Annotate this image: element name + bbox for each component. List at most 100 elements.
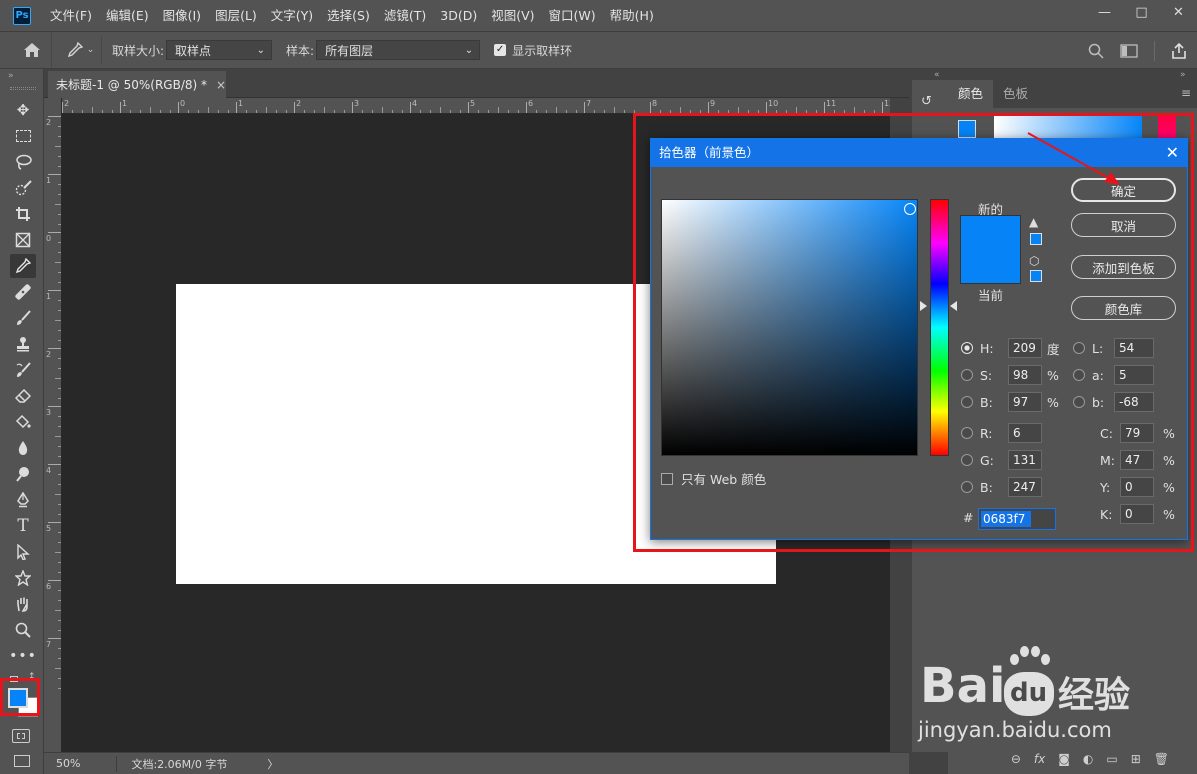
ruler-label: 1 — [46, 176, 52, 185]
eraser-tool[interactable] — [10, 384, 36, 408]
link-icon[interactable]: ⊖ — [1011, 752, 1021, 766]
menu-3d[interactable]: 3D(D) — [433, 0, 484, 31]
menu-help[interactable]: 帮助(H) — [603, 0, 661, 31]
ps-logo-icon[interactable]: Ps — [13, 6, 31, 25]
ruler-tick — [236, 102, 237, 113]
tool-preset-picker[interactable]: ⌄ — [60, 36, 102, 64]
zoom-level[interactable]: 50% — [56, 757, 80, 770]
ruler-tick — [48, 290, 61, 291]
menu-image[interactable]: 图像(I) — [156, 0, 208, 31]
ruler-label: 4 — [46, 466, 52, 475]
menu-window[interactable]: 窗口(W) — [542, 0, 603, 31]
dodge-tool[interactable] — [10, 462, 36, 486]
sample-select[interactable]: 所有图层 ⌄ — [316, 40, 481, 60]
show-ring-checkbox[interactable]: ✓ — [494, 44, 507, 56]
history-icon[interactable]: ↺ — [921, 94, 932, 109]
tools-panel: » ✥ T ••• ↕ — [0, 69, 44, 774]
collapse-icon[interactable]: « — [934, 70, 940, 80]
healing-tool[interactable] — [10, 280, 36, 304]
expand-icon[interactable]: » — [1180, 70, 1186, 80]
trash-icon[interactable]: 🗑 — [1154, 752, 1169, 766]
menu-view[interactable]: 视图(V) — [484, 0, 541, 31]
sample-label: 样本: — [286, 43, 315, 58]
sample-size-label: 取样大小: — [112, 43, 165, 58]
ruler-minor-tick — [55, 552, 61, 553]
tab-color[interactable]: 颜色 — [948, 80, 994, 108]
type-tool[interactable]: T — [10, 514, 36, 538]
path-select-tool[interactable] — [10, 540, 36, 564]
home-button[interactable] — [12, 32, 52, 68]
maximize-button[interactable]: □ — [1123, 0, 1160, 24]
ruler-label: 0 — [46, 234, 52, 243]
ruler-minor-tick — [55, 494, 61, 495]
ruler-minor-tick — [92, 107, 93, 113]
zoom-tool[interactable] — [10, 618, 36, 642]
shape-tool[interactable] — [10, 566, 36, 590]
collapse-icon[interactable]: » — [8, 71, 14, 81]
more-tools[interactable]: ••• — [9, 644, 36, 668]
minimize-button[interactable]: — — [1086, 0, 1123, 24]
new-layer-icon[interactable]: ⊞ — [1131, 752, 1141, 766]
ruler-tick — [62, 102, 63, 113]
menu-type[interactable]: 文字(Y) — [264, 0, 320, 31]
tab-swatches[interactable]: 色板 — [993, 80, 1038, 108]
share-icon[interactable] — [1171, 43, 1187, 59]
ruler-label: 1 — [122, 99, 128, 108]
pen-tool[interactable] — [10, 488, 36, 512]
blur-tool[interactable] — [10, 436, 36, 460]
sample-size-value: 取样点 — [175, 43, 212, 58]
workspace-icon[interactable] — [1120, 44, 1138, 58]
history-brush-tool[interactable] — [10, 358, 36, 382]
hand-tool[interactable] — [10, 592, 36, 616]
status-menu-arrow[interactable]: 〉 — [267, 756, 278, 772]
ruler-minor-tick — [150, 107, 151, 113]
document-tab[interactable]: 未标题-1 @ 50%(RGB/8) * × — [48, 71, 226, 98]
close-tab-icon[interactable]: × — [216, 78, 226, 92]
menu-file[interactable]: 文件(F) — [43, 0, 99, 31]
zoom-icon — [15, 622, 31, 638]
grip-icon[interactable] — [10, 87, 36, 90]
menu-select[interactable]: 选择(S) — [320, 0, 377, 31]
ruler-label: 5 — [46, 524, 52, 533]
search-icon[interactable] — [1088, 43, 1104, 59]
menu-filter[interactable]: 滤镜(T) — [377, 0, 433, 31]
ruler-label: 10 — [768, 99, 779, 108]
arrow-annotation — [1027, 132, 1120, 185]
ruler-label: 1 — [46, 292, 52, 301]
quick-mask-icon[interactable] — [12, 729, 30, 743]
frame-tool[interactable] — [10, 228, 36, 252]
eyedropper-tool[interactable] — [10, 254, 36, 278]
sample-size-select[interactable]: 取样点 ⌄ — [166, 40, 273, 60]
ruler-minor-tick — [55, 262, 61, 263]
menu-edit[interactable]: 编辑(E) — [99, 0, 156, 31]
chevron-down-icon: ⌄ — [86, 45, 95, 55]
chevron-down-icon: ⌄ — [464, 44, 474, 56]
ruler-label: 0 — [180, 99, 186, 108]
lasso-tool[interactable] — [10, 150, 36, 174]
folder-icon[interactable]: ▭ — [1106, 752, 1117, 766]
crop-tool[interactable] — [10, 202, 36, 226]
mask-icon[interactable]: ◙ — [1058, 752, 1070, 766]
stamp-tool[interactable] — [10, 332, 36, 356]
blur-icon — [18, 441, 28, 455]
panel-menu-icon[interactable]: ≡ — [1181, 86, 1191, 100]
brush-icon — [17, 310, 31, 325]
ruler-label: 11 — [826, 99, 837, 108]
marquee-tool[interactable] — [10, 124, 36, 148]
ruler-tick — [48, 580, 61, 581]
fx-icon[interactable]: fx — [1034, 752, 1045, 766]
ruler-label: 9 — [710, 99, 716, 108]
ruler-minor-tick — [266, 107, 267, 113]
brush-tool[interactable] — [10, 306, 36, 330]
dodge-icon — [16, 467, 29, 482]
adjustment-icon[interactable]: ◐ — [1083, 752, 1093, 766]
hand-icon — [17, 597, 28, 612]
close-window-button[interactable]: ✕ — [1160, 0, 1197, 24]
quick-select-tool[interactable] — [10, 176, 36, 200]
stamp-icon — [17, 337, 29, 352]
menu-layer[interactable]: 图层(L) — [208, 0, 264, 31]
move-tool[interactable]: ✥ — [10, 98, 36, 122]
ruler-tick — [178, 102, 179, 113]
screen-mode-icon[interactable] — [14, 755, 30, 767]
bucket-tool[interactable] — [10, 410, 36, 434]
